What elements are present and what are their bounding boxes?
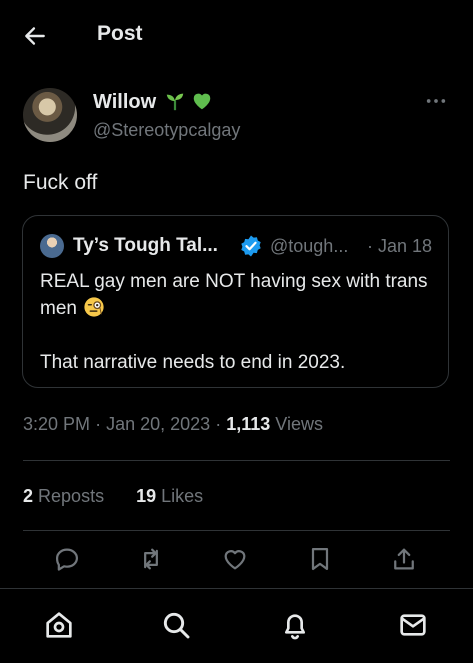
author-name[interactable]: Willow <box>93 91 156 114</box>
quoted-avatar <box>40 234 64 258</box>
messages-icon[interactable] <box>397 609 429 641</box>
seedling-emoji-icon <box>166 93 184 111</box>
repost-icon[interactable] <box>137 545 165 573</box>
quoted-author-handle: @tough... <box>270 236 349 256</box>
author-handle[interactable]: @Stereotypcalgay <box>93 120 240 141</box>
engagement-stats: 2 Reposts 19 Likes <box>23 486 203 507</box>
search-icon[interactable] <box>160 609 192 641</box>
bottom-navigation <box>0 588 473 663</box>
quoted-text: REAL gay men are NOT having sex with tra… <box>40 268 440 376</box>
post-time[interactable]: 3:20 PM <box>23 414 90 434</box>
likes-stat[interactable]: 19 Likes <box>136 486 203 506</box>
author-name-text: Willow <box>93 91 157 113</box>
post-date[interactable]: Jan 20, 2023 <box>106 414 210 434</box>
reply-icon[interactable] <box>53 545 81 573</box>
page-title: Post <box>97 22 143 45</box>
quoted-date: · Jan 18 <box>367 236 433 256</box>
quoted-post[interactable]: Ty’s Tough Tal... @tough... · Jan 18 REA… <box>22 215 449 388</box>
action-bar <box>0 545 473 585</box>
more-options-icon[interactable] <box>425 92 447 110</box>
back-arrow-icon[interactable] <box>22 23 48 49</box>
divider <box>23 460 450 461</box>
quoted-author-name: Ty’s Tough Tal... <box>73 235 218 256</box>
reposts-label: Reposts <box>38 486 105 506</box>
views-count: 1,113 <box>226 414 271 434</box>
avatar[interactable] <box>23 88 77 142</box>
post-text: Fuck off <box>23 171 98 194</box>
divider <box>23 530 450 531</box>
quoted-text-line-2: That narrative needs to end in 2023. <box>40 352 346 373</box>
views-label: Views <box>275 414 323 434</box>
home-icon[interactable] <box>43 609 75 641</box>
top-bar: Post <box>0 0 473 70</box>
green-heart-emoji-icon <box>193 93 211 110</box>
like-icon[interactable] <box>221 545 249 573</box>
share-icon[interactable] <box>390 545 418 573</box>
meta-separator: · <box>95 414 102 434</box>
post-metadata: 3:20 PM · Jan 20, 2023 · 1,113 Views <box>23 414 323 435</box>
notifications-icon[interactable] <box>279 609 311 641</box>
monocle-face-emoji-icon <box>84 297 104 317</box>
reposts-stat[interactable]: 2 Reposts <box>23 486 104 506</box>
meta-separator: · <box>215 414 222 434</box>
likes-label: Likes <box>161 486 204 506</box>
reposts-count: 2 <box>23 486 34 506</box>
bookmark-icon[interactable] <box>306 545 334 573</box>
likes-count: 19 <box>136 486 157 506</box>
verified-badge-icon <box>241 235 261 257</box>
